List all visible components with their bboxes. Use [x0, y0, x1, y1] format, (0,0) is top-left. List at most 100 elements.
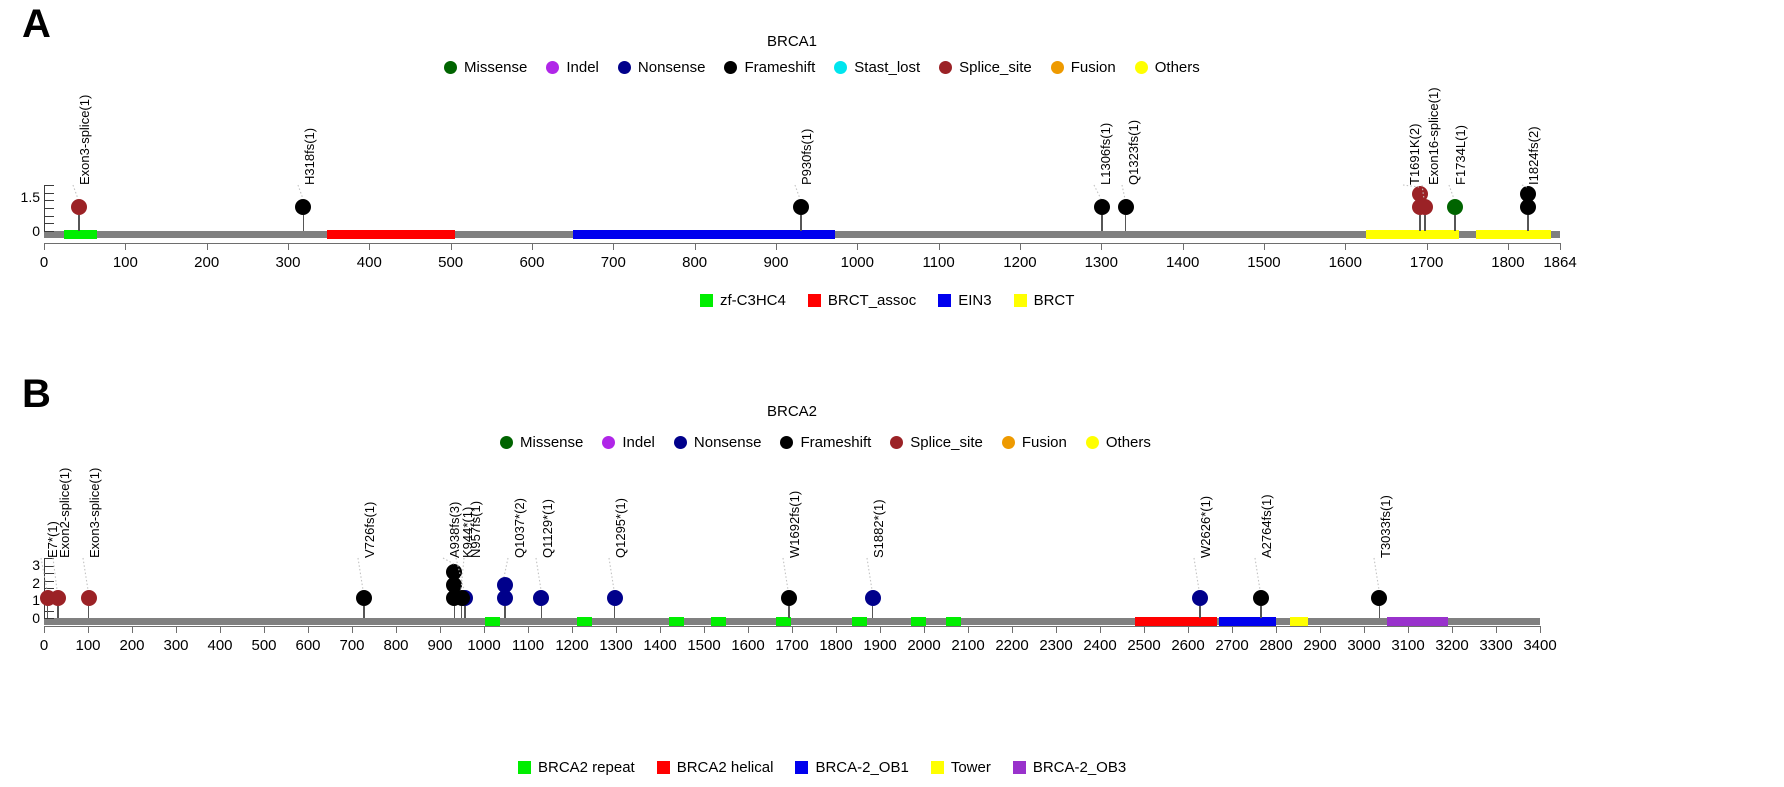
x-axis-tick	[660, 626, 661, 633]
x-axis-tick	[1496, 626, 1497, 633]
mutation-label: N957fs(1)	[468, 500, 484, 558]
x-axis-tick-label: 1700	[1409, 254, 1444, 271]
panel-letter-a: A	[22, 2, 51, 46]
lollipop-head[interactable]	[1446, 199, 1463, 215]
label-leader-line	[1372, 557, 1380, 591]
y-axis-tick-label: 1	[32, 592, 40, 609]
x-axis-tick	[1232, 626, 1233, 633]
x-axis-tick	[44, 626, 45, 633]
mutation-label: P930fs(1)	[799, 128, 815, 185]
y-axis-tick	[44, 192, 54, 194]
legend-label: Others	[1105, 434, 1151, 451]
legend-label: Fusion	[1021, 434, 1067, 451]
lollipop-stem	[1260, 606, 1262, 618]
figure-canvas: A BRCA1 Missense Indel Nonsense Frameshift S…	[0, 0, 1784, 787]
legend-item-b-4: Splice_site	[890, 435, 983, 450]
label-leader-line	[503, 557, 509, 578]
mutation-label: S1882*(1)	[871, 499, 887, 558]
legend-dot-icon	[500, 436, 513, 449]
domain-swatch-icon	[795, 761, 809, 774]
label-leader-line	[357, 557, 364, 591]
legend-item-b-2: Nonsense	[673, 435, 761, 450]
protein-domain-brca-2-ob3	[1386, 617, 1448, 626]
x-axis-tick	[484, 626, 485, 633]
lollipop-head[interactable]	[1117, 199, 1134, 215]
lollipop-head[interactable]	[70, 199, 87, 215]
x-axis-tick	[125, 243, 127, 250]
x-axis-tick	[308, 626, 309, 633]
mutation-label: I1824fs(2)	[1526, 126, 1542, 185]
lollipop-head[interactable]	[1192, 590, 1209, 606]
lollipop-head[interactable]	[80, 590, 97, 606]
lollipop-stem	[1419, 215, 1421, 231]
domain-legend-label: BRCA2 repeat	[538, 759, 635, 776]
protein-domain-brca2-repeat	[852, 617, 868, 626]
x-axis-tick-label: 900	[763, 254, 789, 271]
x-axis-tick	[528, 626, 529, 633]
y-axis-tick	[44, 215, 54, 217]
x-axis-tick-label: 300	[275, 254, 301, 271]
label-leader-line	[82, 557, 89, 591]
x-axis-tick	[220, 626, 221, 633]
lollipop-head[interactable]	[1252, 590, 1269, 606]
domain-legend-item-b-1: BRCA2 helical	[656, 760, 773, 775]
lollipop-head[interactable]	[1371, 590, 1388, 606]
x-axis-line	[44, 243, 1560, 244]
domain-legend-brca1: zf-C3HC4 BRCT_assoc EIN3 BRCT	[700, 293, 1096, 308]
lollipop-head[interactable]	[606, 590, 623, 606]
lollipop-stem	[504, 606, 506, 618]
legend-dot-icon	[1050, 61, 1064, 74]
x-axis-tick	[704, 626, 705, 633]
domain-swatch-icon	[656, 761, 670, 774]
lollipop-stem	[302, 215, 305, 231]
lollipop-head[interactable]	[49, 590, 66, 606]
x-axis-tick	[531, 243, 533, 250]
mutation-label: V726fs(1)	[362, 501, 378, 558]
x-axis-tick	[1263, 243, 1265, 250]
legend-label: Missense	[464, 59, 528, 76]
lollipop-head[interactable]	[295, 199, 312, 215]
y-axis-tick-label: 3	[32, 557, 40, 574]
x-axis-tick	[88, 626, 89, 633]
lollipop-head[interactable]	[1093, 199, 1110, 215]
mutation-label: Q1295*(1)	[612, 498, 628, 558]
lollipop-stem	[872, 606, 874, 618]
mutation-type-legend-brca1: Missense Indel Nonsense Frameshift Stast_los…	[444, 60, 1219, 75]
lollipop-head[interactable]	[496, 577, 513, 593]
lollipop-head[interactable]	[864, 590, 881, 606]
legend-dot-icon	[602, 436, 616, 449]
y-axis-tick-label: 0	[32, 223, 40, 239]
x-axis-tick	[1276, 626, 1277, 633]
label-leader-line	[460, 557, 465, 591]
lollipop-head[interactable]	[781, 590, 798, 606]
protein-domain-brca2-repeat	[776, 617, 792, 626]
legend-item-a-6: Fusion	[1050, 60, 1116, 75]
legend-item-a-3: Frameshift	[724, 60, 815, 75]
legend-item-b-3: Frameshift	[780, 435, 871, 450]
label-leader-line	[40, 557, 48, 591]
domain-legend-item-a-1: BRCT_assoc	[807, 293, 916, 308]
legend-label: Indel	[622, 434, 655, 451]
lollipop-head[interactable]	[356, 590, 373, 606]
lollipop-head[interactable]	[1416, 199, 1433, 215]
x-axis-tick	[1188, 626, 1189, 633]
domain-legend-item-b-0: BRCA2 repeat	[518, 760, 635, 775]
lollipop-head[interactable]	[533, 590, 550, 606]
x-axis-tick	[287, 243, 289, 250]
lollipop-head[interactable]	[793, 199, 810, 215]
lollipop-head[interactable]	[1520, 186, 1537, 202]
domain-legend-item-a-2: EIN3	[938, 293, 992, 308]
x-axis-tick-label: 1300	[1084, 254, 1118, 271]
label-leader-line	[52, 557, 58, 591]
domain-legend-label: BRCA-2_OB3	[1032, 759, 1127, 776]
x-axis-tick	[1144, 626, 1145, 633]
lollipop-head[interactable]	[453, 590, 470, 606]
mutation-label: W1692fs(1)	[787, 490, 803, 558]
mutation-label: Q1323fs(1)	[1126, 119, 1141, 185]
domain-legend-label: BRCT	[1033, 292, 1075, 309]
gene-title-brca1: BRCA1	[766, 33, 818, 50]
mutation-label: T1691K(2)	[1407, 123, 1423, 185]
y-axis-tick-label: 1.5	[20, 188, 40, 205]
legend-item-a-5: Splice_site	[939, 60, 1032, 75]
x-axis-tick	[44, 243, 45, 250]
